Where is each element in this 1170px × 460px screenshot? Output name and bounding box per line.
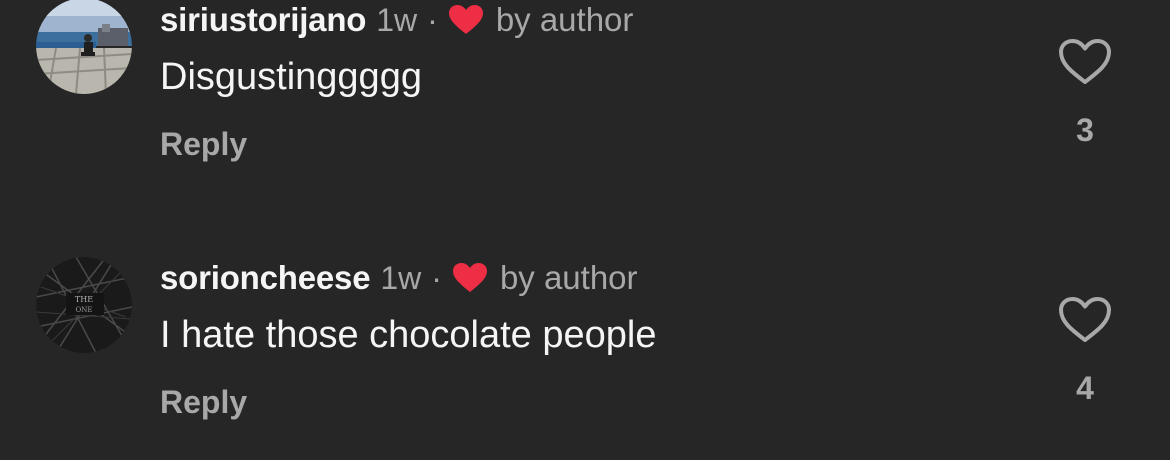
author-liked-heart-icon (448, 5, 483, 34)
by-author-label: by author (499, 259, 638, 296)
like-count: 4 (1076, 370, 1094, 406)
avatar[interactable] (36, 0, 132, 94)
like-heart-icon[interactable] (1058, 296, 1112, 344)
reply-button[interactable]: Reply (160, 126, 247, 163)
reply-button[interactable]: Reply (160, 384, 247, 421)
comment-header: siriustorijano 1w · by author (160, 0, 633, 40)
separator-dot: · (427, 1, 438, 38)
separator-dot: · (431, 259, 442, 296)
by-author-label: by author (495, 1, 634, 38)
like-heart-icon[interactable] (1058, 38, 1112, 86)
photo-avatar-icon: THE ONE (36, 257, 132, 353)
like-count: 3 (1076, 112, 1094, 148)
comment-item: THE ONE sorioncheese 1w · by author I ha… (0, 257, 1170, 458)
comment-text: I hate those chocolate people (160, 314, 657, 356)
comments-list: siriustorijano 1w · by author Disgusting… (0, 0, 1170, 460)
comment-text: Disgustinggggg (160, 56, 422, 98)
comment-header: sorioncheese 1w · by author (160, 258, 638, 298)
author-liked-heart-icon (452, 263, 487, 292)
avatar-text: THE (75, 295, 93, 304)
comment-item: siriustorijano 1w · by author Disgusting… (0, 0, 1170, 200)
svg-text:ONE: ONE (76, 306, 93, 314)
photo-avatar-icon (36, 0, 132, 94)
username[interactable]: sorioncheese (160, 259, 371, 297)
comment-time: 1w (380, 259, 422, 296)
avatar[interactable]: THE ONE (36, 257, 132, 353)
username[interactable]: siriustorijano (160, 1, 366, 39)
comment-time: 1w (376, 1, 418, 38)
